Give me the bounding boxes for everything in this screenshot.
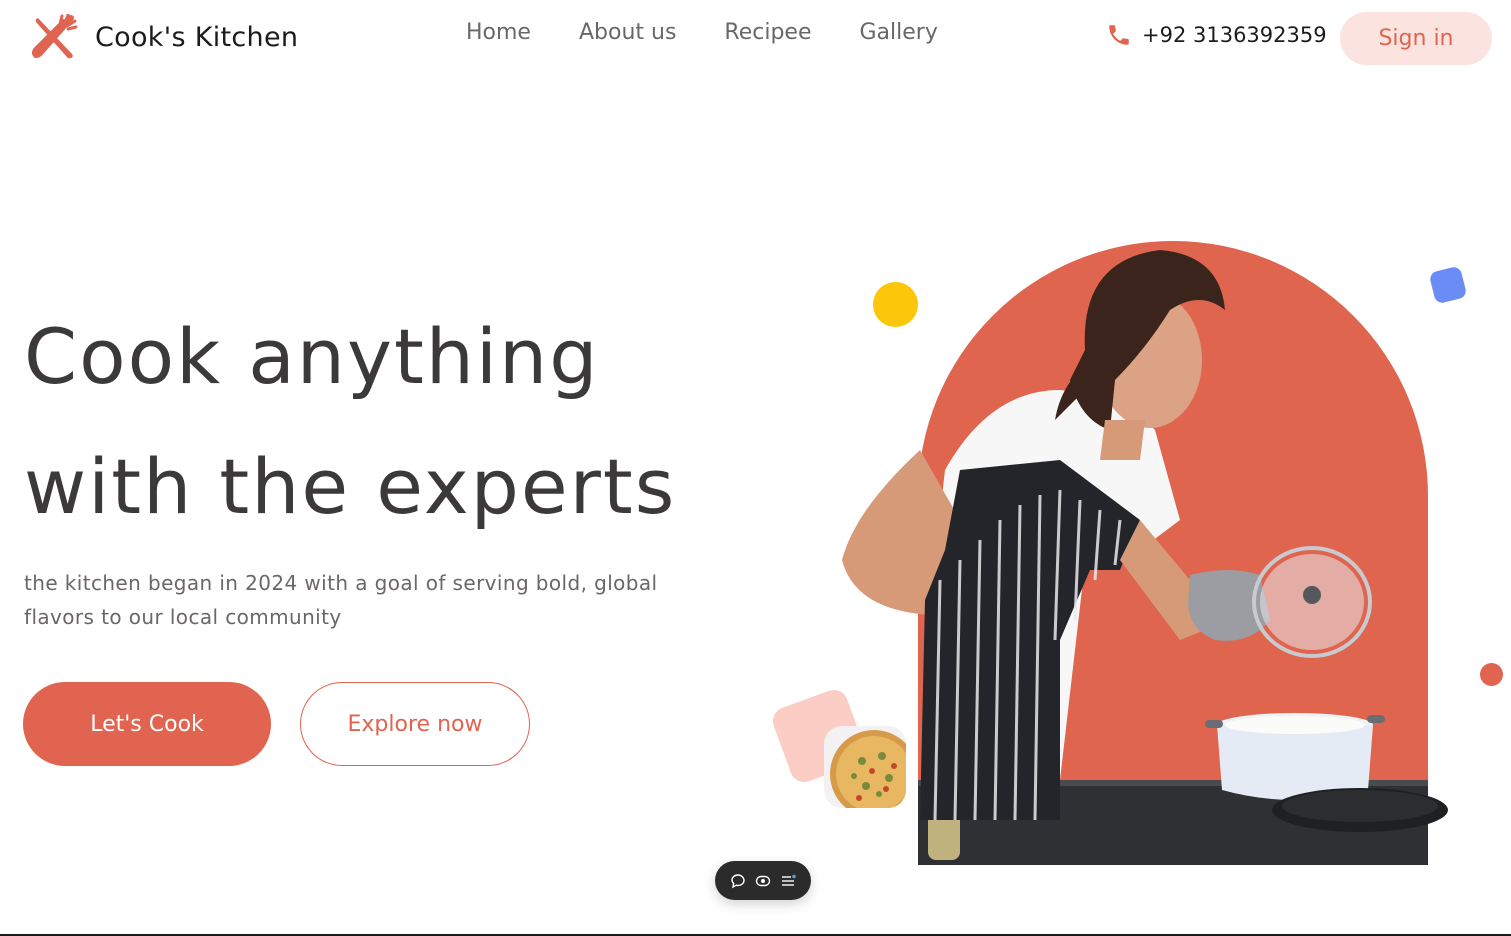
- hero-title-line-1: Cook anything: [24, 312, 600, 401]
- site-header: Cook's Kitchen Home About us Recipee Gal…: [0, 0, 1511, 76]
- floating-toolbar: [715, 861, 811, 900]
- nav-about-us[interactable]: About us: [579, 20, 676, 45]
- pizza-thumbnail: [824, 726, 906, 808]
- menu-icon[interactable]: [778, 871, 798, 891]
- nav-recipee[interactable]: Recipee: [724, 20, 811, 45]
- phone-icon: [1109, 25, 1129, 45]
- phone-contact[interactable]: +92 3136392359: [1106, 22, 1327, 48]
- fork-knife-cross-icon: [32, 14, 78, 59]
- pizza-image: [830, 730, 906, 808]
- explore-now-button[interactable]: Explore now: [300, 682, 530, 766]
- comment-icon[interactable]: [728, 871, 748, 891]
- hero-subtitle: the kitchen began in 2024 with a goal of…: [24, 571, 658, 629]
- brand-name: Cook's Kitchen: [95, 21, 299, 53]
- phone-number: +92 3136392359: [1142, 23, 1327, 47]
- eye-icon[interactable]: [753, 871, 773, 891]
- hero-title: Cook anything with the experts: [24, 292, 724, 552]
- nav-home[interactable]: Home: [466, 20, 531, 45]
- sign-in-button[interactable]: Sign in: [1340, 12, 1492, 65]
- brand-link[interactable]: Cook's Kitchen: [32, 14, 298, 60]
- nav-gallery[interactable]: Gallery: [860, 20, 938, 45]
- hero-title-line-2: with the experts: [24, 442, 677, 531]
- lets-cook-button[interactable]: Let's Cook: [23, 682, 271, 766]
